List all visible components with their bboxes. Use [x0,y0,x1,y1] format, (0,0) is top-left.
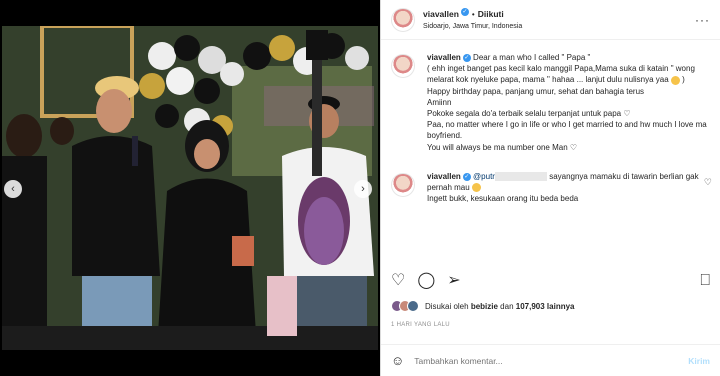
avatar[interactable] [391,172,415,197]
liker-avatar[interactable] [407,300,419,312]
following-button[interactable]: Diikuti [478,9,504,19]
post-header: viavallen ✓ • Diikuti Sidoarjo, Jawa Timur,… [381,0,720,40]
caption-line: Paa, no matter where I go in life or who… [427,120,707,141]
likes-prefix: Disukai oleh [425,301,469,311]
likes-joiner: dan [500,301,514,311]
comment-item: viavallen ✓ @putr sayangnya mamaku di taw… [381,165,720,211]
comment-bubble-icon[interactable]: ◯ [417,273,435,289]
chevron-left-icon: ‹ [11,183,15,195]
likes-text: Disukai oleh bebizie dan 107,903 lainnya [425,302,575,311]
comment-list[interactable]: viavallen ✓ Dear a man who I called " Pap… [381,46,720,262]
separator-dot: • [471,9,475,19]
blurred-username [494,172,547,182]
caption-text: viavallen ✓ Dear a man who I called " Pap… [427,52,710,153]
party-photo-illustration [2,26,378,350]
share-paper-plane-icon[interactable]: ➢ [447,273,460,289]
location-link[interactable]: Sidoarjo, Jawa Timur, Indonesia [423,21,522,33]
username-link[interactable]: viavallen [423,9,459,19]
chevron-right-icon: › [361,183,365,195]
likes-summary: Disukai oleh bebizie dan 107,903 lainnya [391,300,710,312]
laughing-emoji-icon [670,75,680,85]
comment-body-2: Ingett bukk, kesukaan orang itu beda bed… [427,194,579,204]
verified-icon: ✓ [460,8,469,17]
comment-text: viavallen ✓ @putr sayangnya mamaku di taw… [427,171,710,205]
add-comment-bar: ☺ Kirim [381,344,720,376]
heart-emoji-icon: ♡ [569,142,578,152]
like-heart-icon[interactable]: ♡ [391,273,405,289]
likes-count[interactable]: 107,903 [516,302,545,311]
verified-icon: ✓ [462,172,471,181]
header-identity: viavallen ✓ • Diikuti Sidoarjo, Jawa Timur,… [423,7,522,33]
more-icon[interactable]: ··· [695,13,710,27]
caption-line: Amiinn [427,97,452,107]
action-bar: ♡ ◯ ➢ ⎕ [391,270,710,292]
caption-line: ) [682,75,685,85]
post-comment-button[interactable]: Kirim [688,356,710,366]
mention-link[interactable]: @putr [473,172,495,181]
post-date[interactable]: 1 HARI YANG LALU [391,322,450,328]
caption-line: Dear a man who I called " Papa " [473,53,591,62]
caption-username[interactable]: viavallen [427,53,461,62]
post-photo[interactable] [2,26,378,350]
smile-emoji-icon [471,183,481,193]
next-photo-button[interactable]: › [354,180,372,198]
save-bookmark-icon[interactable]: ⎕ [700,273,710,289]
verified-icon: ✓ [462,53,471,62]
caption: viavallen ✓ Dear a man who I called " Pap… [381,46,720,159]
emoji-smile-icon[interactable]: ☺ [391,353,404,368]
caption-line: Happy birthday papa, panjang umur, sehat… [427,86,645,96]
comment-input[interactable] [414,355,689,366]
likes-suffix[interactable]: lainnya [547,302,575,311]
like-comment-heart-icon[interactable]: ♡ [704,177,712,188]
caption-line: Pokoke segala do'a terbaik selalu terpan… [427,109,622,119]
caption-line: ( ehh inget banget pas kecil kalo manggi… [427,64,695,85]
avatar[interactable] [391,7,415,32]
heart-emoji-icon: ♡ [623,109,631,119]
caption-line: You will always be ma number one Man [427,142,568,152]
comment-username[interactable]: viavallen [427,172,461,181]
liker-username[interactable]: bebizie [471,302,498,311]
avatar[interactable] [391,54,415,78]
post-media: ‹ › [0,0,380,376]
previous-photo-button[interactable]: ‹ [4,180,22,198]
post-dialog: ‹ › viavallen ✓ • Diikuti Sidoarjo, Jawa Ti… [0,0,720,376]
post-side-panel: viavallen ✓ • Diikuti Sidoarjo, Jawa Timur,… [380,0,720,376]
